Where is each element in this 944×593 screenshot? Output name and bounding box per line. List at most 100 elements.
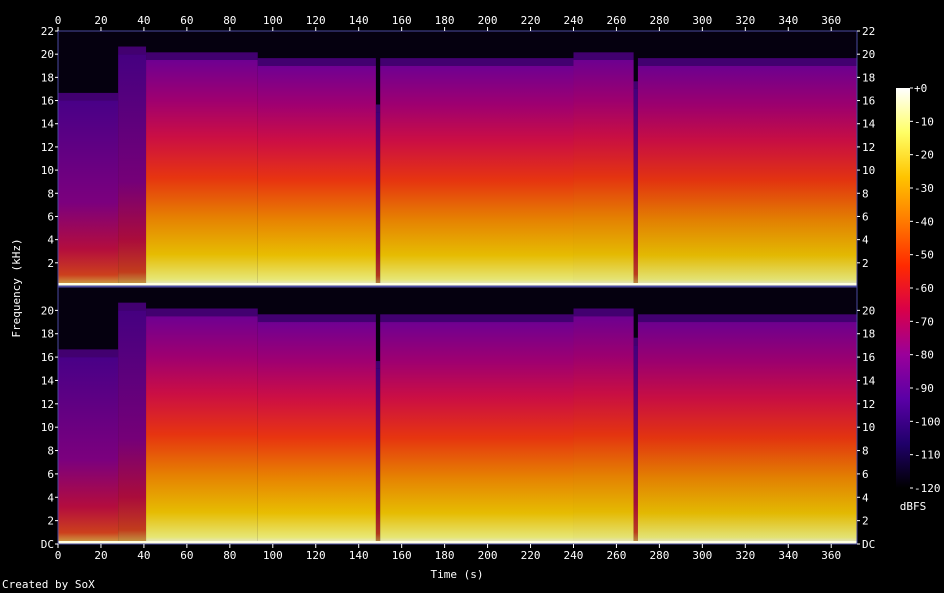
colorbar-tick-label: -70 <box>914 315 934 328</box>
colorbar-tick-label: -80 <box>914 349 934 362</box>
x-tick-label-top: 280 <box>649 14 669 27</box>
x-tick-label-bottom: 0 <box>55 549 62 562</box>
y-tick-label-right: 14 <box>862 118 876 131</box>
x-tick-label-bottom: 260 <box>607 549 627 562</box>
cutoff-fringe <box>380 314 574 323</box>
y-tick-label-left: 20 <box>41 304 54 317</box>
y-tick-label-left: 2 <box>47 257 54 270</box>
x-tick-label-bottom: 160 <box>392 549 412 562</box>
x-tick-label-top: 360 <box>821 14 841 27</box>
x-tick-label-top: 20 <box>94 14 107 27</box>
y-tick-label-right: 18 <box>862 328 875 341</box>
x-tick-label-top: 260 <box>607 14 627 27</box>
spectrum-segment <box>146 316 258 544</box>
x-tick-label-bottom: 20 <box>94 549 107 562</box>
cutoff-fringe <box>146 308 258 317</box>
y-tick-label-left: 16 <box>41 351 54 364</box>
y-tick-label-right: 4 <box>862 234 869 247</box>
colorbar-tick-label: -50 <box>914 249 934 262</box>
y-tick-label-right: 16 <box>862 351 875 364</box>
x-tick-label-bottom: 360 <box>821 549 841 562</box>
x-tick-label-bottom: 200 <box>478 549 498 562</box>
footer-credit: Created by SoX <box>2 578 95 591</box>
x-tick-label-top: 40 <box>137 14 150 27</box>
y-tick-label-left: 18 <box>41 328 54 341</box>
cutoff-fringe <box>375 361 381 369</box>
y-tick-label-left: 4 <box>47 491 54 504</box>
colorbar-tick-label: -120 <box>914 482 941 495</box>
x-tick-label-bottom: 240 <box>564 549 584 562</box>
x-tick-label-bottom: 40 <box>137 549 150 562</box>
y-axis-label: Frequency (kHz) <box>10 238 23 337</box>
colorbar-tick-label: -90 <box>914 382 934 395</box>
colorbar: +0 -10 -20 -30 -40 -50 -60 -70 -80 -90 -100 -110 -12… <box>896 82 941 495</box>
cutoff-fringe <box>375 104 381 113</box>
spectrum-segment <box>573 59 634 287</box>
x-tick-label-top: 0 <box>55 14 62 27</box>
colorbar-tick-label: +0 <box>914 82 927 95</box>
cutoff-fringe <box>637 58 857 66</box>
x-tick-label-top: 240 <box>564 14 584 27</box>
spectrum-segment <box>633 345 638 544</box>
spectrum-segment <box>380 322 574 544</box>
y-tick-label-left: 20 <box>41 48 54 61</box>
y-tick-label-right: DC <box>862 538 875 551</box>
y-tick-label-left: 16 <box>41 95 54 108</box>
colorbar-tick-label: -10 <box>914 115 934 128</box>
y-tick-label-left: 10 <box>41 164 54 177</box>
y-tick-label-right: 20 <box>862 48 875 61</box>
y-tick-label-right: 12 <box>862 398 875 411</box>
y-tick-label-right: 6 <box>862 210 869 223</box>
colorbar-tick-label: -40 <box>914 215 934 228</box>
colorbar-gradient <box>896 88 910 488</box>
x-tick-label-bottom: 140 <box>349 549 369 562</box>
x-tick-label-top: 100 <box>263 14 283 27</box>
colorbar-label: dBFS <box>900 500 927 513</box>
x-tick-label-top: 320 <box>735 14 755 27</box>
spectrum-segment <box>573 316 634 544</box>
y-tick-label-left: 6 <box>47 210 54 223</box>
y-tick-label-right: 6 <box>862 468 869 481</box>
x-tick-label-top: 220 <box>521 14 541 27</box>
spectrum-segment <box>146 59 258 287</box>
x-tick-label-bottom: 340 <box>778 549 798 562</box>
y-tick-label-right: 16 <box>862 95 875 108</box>
spectrogram-panels <box>57 30 858 545</box>
y-tick-label-right: 8 <box>862 187 869 200</box>
colorbar-tick-label: -30 <box>914 182 934 195</box>
spectrum-segment <box>375 112 381 287</box>
y-tick-label-right: 2 <box>862 515 869 528</box>
cutoff-fringe <box>146 52 258 60</box>
cutoff-fringe <box>573 308 634 317</box>
x-tick-label-top: 340 <box>778 14 798 27</box>
x-tick-label-top: 300 <box>692 14 712 27</box>
y-tick-label-left: 22 <box>41 25 54 38</box>
spectrum-segment <box>257 65 376 286</box>
cutoff-fringe <box>380 58 574 66</box>
y-tick-label-left: DC <box>41 538 54 551</box>
y-tick-label-left: 18 <box>41 71 54 84</box>
x-tick-label-top: 200 <box>478 14 498 27</box>
y-tick-label-left: 6 <box>47 468 54 481</box>
cutoff-fringe <box>58 349 119 358</box>
x-tick-label-top: 140 <box>349 14 369 27</box>
x-axis-label: Time (s) <box>431 568 484 581</box>
cutoff-fringe <box>637 314 857 323</box>
y-tick-label-right: 22 <box>862 25 875 38</box>
y-tick-label-left: 4 <box>47 234 54 247</box>
y-tick-label-left: 8 <box>47 445 54 458</box>
spectrum-segment <box>257 322 376 544</box>
spectrum-segment <box>380 65 574 286</box>
x-tick-label-top: 160 <box>392 14 412 27</box>
spectrum-segment <box>637 322 857 544</box>
y-tick-label-left: 2 <box>47 515 54 528</box>
y-tick-label-right: 10 <box>862 421 875 434</box>
cutoff-fringe <box>58 92 119 101</box>
y-tick-label-left: 12 <box>41 141 54 154</box>
cutoff-fringe <box>257 314 376 323</box>
cutoff-fringe <box>118 302 147 311</box>
cutoff-fringe <box>633 81 638 89</box>
x-tick-label-top: 80 <box>223 14 236 27</box>
colorbar-tick-label: -100 <box>914 415 941 428</box>
spectrum-segment <box>118 54 147 286</box>
